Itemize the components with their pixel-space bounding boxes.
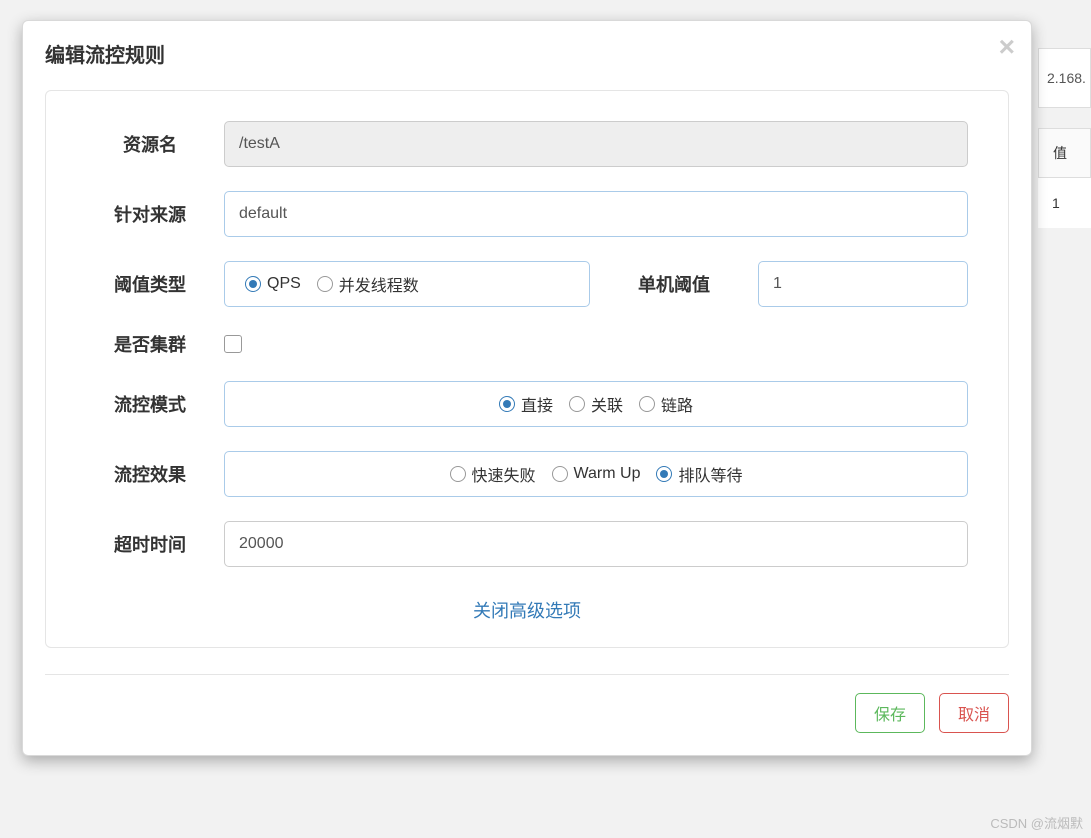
radio-mode-direct[interactable]: 直接 — [499, 392, 553, 416]
radio-mode-relate[interactable]: 关联 — [569, 392, 623, 416]
label-source: 针对来源 — [86, 201, 224, 227]
radio-label: 关联 — [591, 392, 623, 416]
radio-effect-warmup[interactable]: Warm Up — [552, 465, 641, 483]
cluster-checkbox[interactable] — [224, 335, 242, 353]
watermark: CSDN @流烟默 — [990, 813, 1083, 832]
bg-val-fragment: 1 — [1038, 178, 1091, 228]
radio-icon — [552, 466, 568, 482]
modal-body: 资源名 针对来源 阈值类型 QPS 并发线 — [45, 90, 1009, 648]
row-source: 针对来源 — [86, 191, 968, 237]
single-threshold-input[interactable] — [758, 261, 968, 307]
radio-mode-chain[interactable]: 链路 — [639, 392, 693, 416]
radio-icon — [499, 396, 515, 412]
row-timeout: 超时时间 — [86, 521, 968, 567]
modal-footer: 保存 取消 — [45, 674, 1009, 755]
radio-label: 排队等待 — [678, 462, 742, 486]
radio-icon — [569, 396, 585, 412]
label-threshold-type: 阈值类型 — [86, 271, 224, 297]
save-button[interactable]: 保存 — [855, 693, 925, 733]
mode-group: 直接 关联 链路 — [224, 381, 968, 427]
radio-label: 直接 — [521, 392, 553, 416]
cancel-button[interactable]: 取消 — [939, 693, 1009, 733]
radio-effect-queue[interactable]: 排队等待 — [656, 462, 742, 486]
radio-label: 快速失败 — [472, 462, 536, 486]
radio-icon — [317, 276, 333, 292]
row-effect: 流控效果 快速失败 Warm Up 排队等待 — [86, 451, 968, 497]
radio-effect-fail[interactable]: 快速失败 — [450, 462, 536, 486]
row-cluster: 是否集群 — [86, 331, 968, 357]
row-mode: 流控模式 直接 关联 链路 — [86, 381, 968, 427]
label-cluster: 是否集群 — [86, 331, 224, 357]
timeout-input[interactable] — [224, 521, 968, 567]
modal-header: 编辑流控规则 × — [23, 21, 1031, 82]
source-input[interactable] — [224, 191, 968, 237]
radio-label: QPS — [267, 275, 301, 293]
threshold-type-group: QPS 并发线程数 — [224, 261, 590, 307]
row-threshold-type: 阈值类型 QPS 并发线程数 单机阈值 — [86, 261, 968, 307]
toggle-advanced[interactable]: 关闭高级选项 — [86, 597, 968, 623]
label-effect: 流控效果 — [86, 461, 224, 487]
radio-icon — [639, 396, 655, 412]
radio-label: 链路 — [661, 392, 693, 416]
row-resource: 资源名 — [86, 121, 968, 167]
modal-title: 编辑流控规则 — [45, 39, 1009, 68]
radio-icon — [450, 466, 466, 482]
label-resource: 资源名 — [86, 131, 224, 157]
label-timeout: 超时时间 — [86, 531, 224, 557]
label-single-threshold: 单机阈值 — [614, 271, 734, 297]
close-icon[interactable]: × — [999, 33, 1015, 61]
radio-thread[interactable]: 并发线程数 — [317, 272, 419, 296]
resource-input — [224, 121, 968, 167]
radio-label: Warm Up — [574, 465, 641, 483]
radio-qps[interactable]: QPS — [245, 275, 301, 293]
edit-flow-rule-modal: 编辑流控规则 × 资源名 针对来源 阈值类型 QPS — [22, 20, 1032, 756]
label-mode: 流控模式 — [86, 391, 224, 417]
radio-icon — [656, 466, 672, 482]
bg-col-fragment: 值 — [1038, 128, 1091, 178]
radio-icon — [245, 276, 261, 292]
effect-group: 快速失败 Warm Up 排队等待 — [224, 451, 968, 497]
bg-ip-fragment: 2.168. — [1038, 48, 1091, 108]
radio-label: 并发线程数 — [339, 272, 419, 296]
